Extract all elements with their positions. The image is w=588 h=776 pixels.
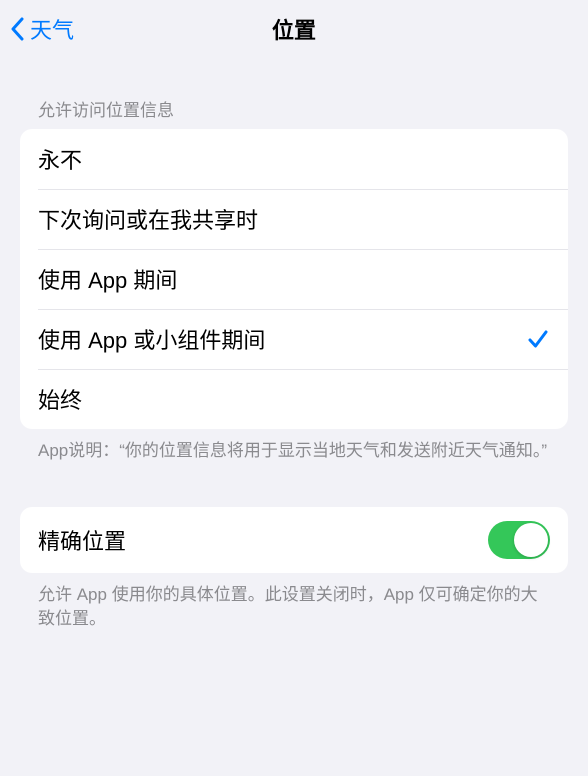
option-label: 永不: [38, 143, 550, 175]
option-label: 使用 App 或小组件期间: [38, 323, 526, 355]
nav-bar: 天气 位置: [0, 0, 588, 58]
precise-location-row[interactable]: 精确位置: [20, 507, 568, 573]
option-always[interactable]: 始终: [20, 369, 568, 429]
toggle-knob: [514, 523, 548, 557]
precise-location-toggle[interactable]: [488, 521, 550, 559]
option-label: 下次询问或在我共享时: [38, 203, 550, 235]
checkmark-icon: [526, 327, 550, 351]
spacer: [20, 463, 568, 507]
back-chevron-icon: [8, 15, 26, 43]
option-label: 使用 App 期间: [38, 263, 550, 295]
precise-location-group: 精确位置: [20, 507, 568, 573]
location-access-group: 永不 下次询问或在我共享时 使用 App 期间 使用 App 或小组件期间 始终: [20, 129, 568, 429]
back-label: 天气: [30, 13, 74, 45]
back-button[interactable]: 天气: [8, 13, 74, 45]
option-label: 始终: [38, 383, 550, 415]
page-title: 位置: [272, 13, 316, 45]
option-never[interactable]: 永不: [20, 129, 568, 189]
section-header-location-access: 允许访问位置信息: [20, 58, 568, 129]
option-ask-next-time[interactable]: 下次询问或在我共享时: [20, 189, 568, 249]
content: 允许访问位置信息 永不 下次询问或在我共享时 使用 App 期间 使用 App …: [0, 58, 588, 630]
precise-location-label: 精确位置: [38, 524, 488, 556]
option-while-using-app[interactable]: 使用 App 期间: [20, 249, 568, 309]
option-while-using-app-or-widgets[interactable]: 使用 App 或小组件期间: [20, 309, 568, 369]
section-footer-precise-explanation: 允许 App 使用你的具体位置。此设置关闭时，App 仅可确定你的大致位置。: [20, 573, 568, 631]
section-footer-app-explanation: App说明：“你的位置信息将用于显示当地天气和发送附近天气通知。”: [20, 429, 568, 463]
